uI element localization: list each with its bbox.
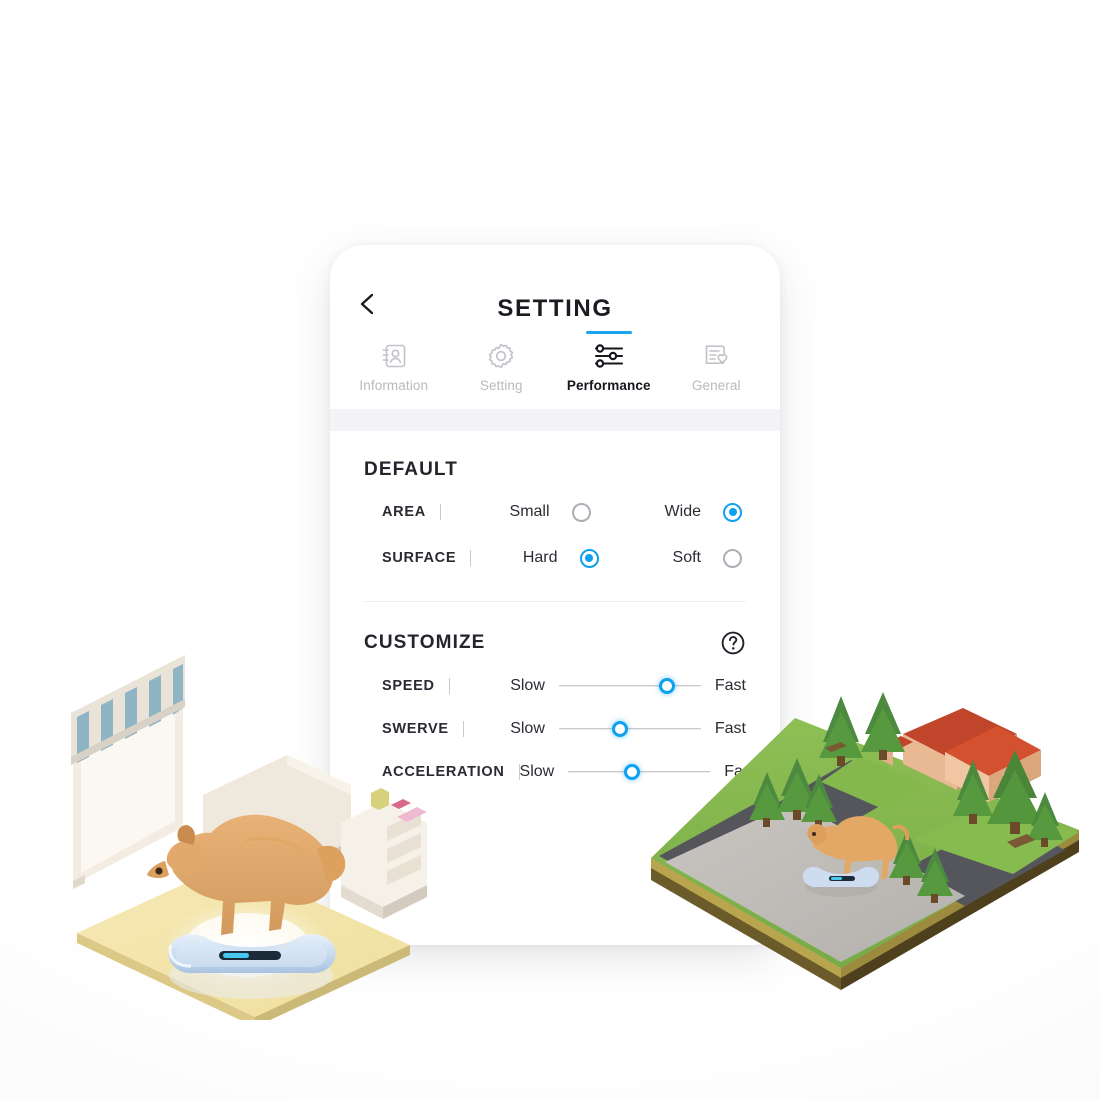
checklist-heart-icon — [701, 339, 731, 373]
tab-general[interactable]: General — [663, 333, 771, 409]
tab-label: Setting — [479, 378, 523, 393]
radio-indicator-selected[interactable] — [579, 548, 599, 568]
slider-min-label: Slow — [519, 762, 555, 780]
radio-indicator[interactable] — [723, 548, 742, 568]
row-label: AREA — [382, 504, 426, 520]
radio-option-label: Hard — [522, 549, 558, 566]
tab-performance[interactable]: Performance — [555, 331, 663, 409]
radio-option-hard[interactable]: Hard — [522, 548, 599, 568]
question-mark-circle-icon — [721, 631, 745, 655]
page-title: SETTING — [497, 295, 613, 322]
radio-option-label: Wide — [664, 503, 701, 520]
tab-label: Information — [359, 378, 429, 393]
gear-icon — [486, 339, 516, 373]
radio-option-small[interactable]: Small — [509, 502, 591, 522]
tab-setting[interactable]: Setting — [448, 333, 556, 409]
slider-thumb[interactable] — [624, 763, 641, 780]
nightstand — [341, 788, 427, 919]
tab-label: Performance — [566, 378, 651, 393]
radio-indicator-selected[interactable] — [723, 502, 742, 522]
radio-indicator[interactable] — [571, 502, 591, 522]
slider-min-label: Slow — [510, 719, 545, 737]
illustration-indoor-scene — [55, 645, 445, 1020]
setting-row-area: AREA Small Wide — [364, 489, 746, 535]
radio-option-label: Small — [509, 503, 550, 520]
app-header: SETTING — [330, 245, 780, 333]
screenshot-stage: SETTING Information Setting Performance … — [0, 0, 1100, 1100]
tab-separator-band — [330, 409, 780, 431]
tab-underline — [585, 331, 632, 334]
contact-card-icon — [379, 339, 409, 373]
radio-option-soft[interactable]: Soft — [672, 548, 742, 568]
tab-label: General — [691, 378, 741, 393]
setting-row-surface: SURFACE Hard Soft — [364, 535, 746, 581]
radio-group-area: Small Wide — [441, 502, 746, 522]
illustration-outdoor-diorama — [645, 690, 1085, 1020]
section-title: DEFAULT — [364, 459, 458, 480]
tab-information[interactable]: Information — [340, 333, 448, 409]
row-label: SURFACE — [382, 550, 457, 566]
tab-bar: Information Setting Performance General — [330, 331, 780, 409]
radio-option-label: Soft — [672, 549, 701, 566]
default-section: DEFAULT AREA Small Wide SURFACE Hard Sof… — [330, 431, 780, 602]
radio-group-surface: Hard Soft — [471, 548, 746, 568]
default-section-header: DEFAULT — [364, 431, 746, 489]
slider-min-label: Slow — [510, 676, 545, 694]
help-button[interactable] — [720, 630, 746, 656]
slider-thumb[interactable] — [611, 720, 628, 737]
radio-option-wide[interactable]: Wide — [664, 502, 742, 522]
sliders-icon — [592, 339, 626, 373]
